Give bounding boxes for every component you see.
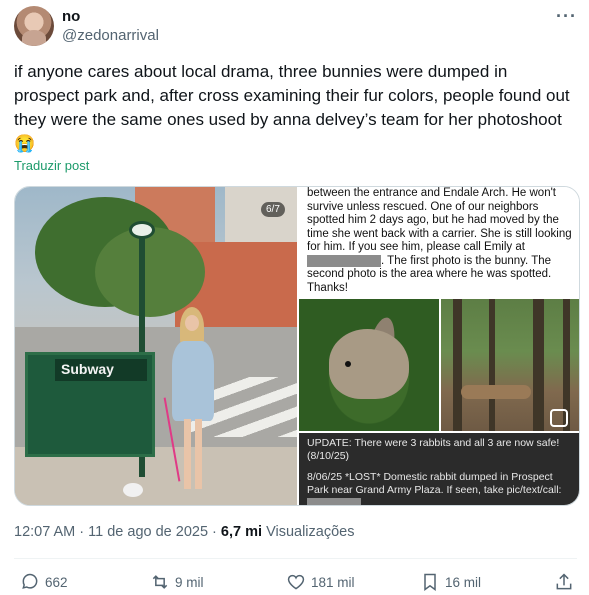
bunny-photo [299,299,439,431]
more-options-icon[interactable]: ··· [556,6,577,27]
author-handle[interactable]: @zedonarrival [62,27,159,44]
repost-button[interactable]: 9 mil [150,572,204,592]
repost-icon [152,575,168,589]
like-button[interactable]: 181 mil [286,572,355,592]
scan-icon [550,409,568,427]
flyer-text: between the entrance and Endale Arch. He… [307,187,572,294]
media-counter: 6/7 [261,202,285,217]
post-meta: 12:07 AM · 11 de ago de 2025 · 6,7 mi Vi… [14,524,355,540]
bookmark-count: 16 mil [445,574,482,590]
post-text: if anyone cares about local drama, three… [14,62,570,153]
photo-street[interactable]: Subway 6/7 [15,187,297,505]
views-count: 6,7 mi [220,524,263,540]
redacted-contact [307,498,361,505]
share-icon [556,573,572,590]
bookmark-button[interactable]: 16 mil [420,572,481,592]
action-bar: 662 9 mil 181 mil 16 mil [14,572,577,595]
reply-button[interactable]: 662 [20,572,68,592]
subway-sign: Subway [55,359,147,381]
flyer-update: UPDATE: There were 3 rabbits and all 3 a… [307,437,560,462]
bunny-figure [123,483,143,497]
share-button[interactable] [554,572,574,592]
post-time[interactable]: 12:07 AM [14,524,75,540]
reply-count: 662 [45,574,68,590]
avatar[interactable] [14,6,54,46]
redacted-phone [307,254,381,267]
flyer-dark-panel: UPDATE: There were 3 rabbits and all 3 a… [299,433,579,505]
divider [14,558,577,559]
translate-link[interactable]: Traduzir post [14,158,89,173]
author-name[interactable]: no [62,8,80,25]
like-count: 181 mil [311,574,355,590]
heart-icon [287,574,305,590]
post-header: no @zedonarrival ··· [14,6,577,46]
views-label: Visualizações [266,524,355,540]
reply-icon [22,573,38,589]
photo-flyer[interactable]: between the entrance and Endale Arch. He… [299,187,579,505]
bookmark-icon [424,573,436,591]
media-grid: Subway 6/7 between the entrance and Enda… [14,186,580,506]
flyer-lost: 8/06/25 *LOST* Domestic rabbit dumped in… [307,471,573,505]
repost-count: 9 mil [175,574,204,590]
post-date[interactable]: 11 de ago de 2025 [88,524,208,540]
